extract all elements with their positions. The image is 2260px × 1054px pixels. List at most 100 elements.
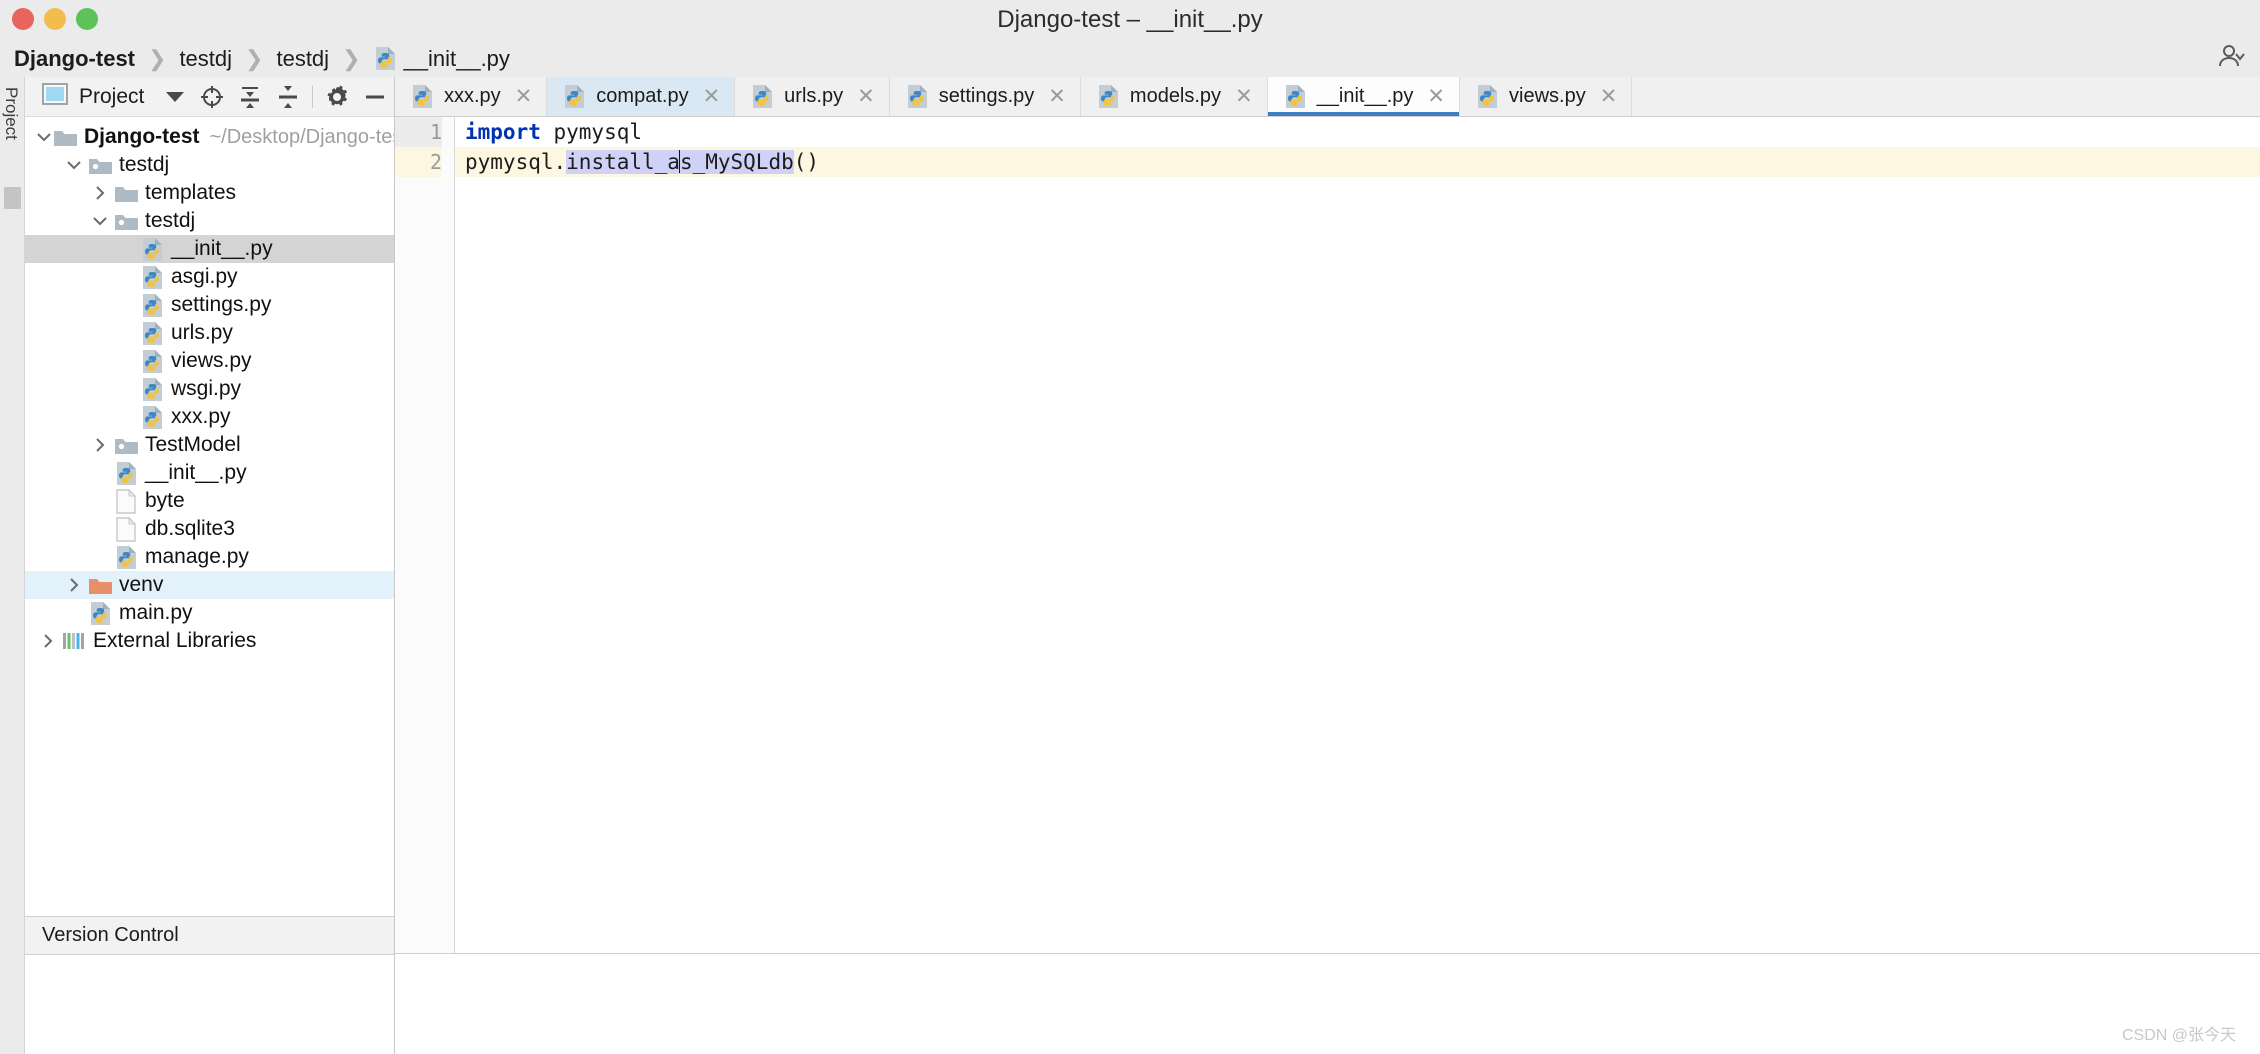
expand-all-icon[interactable] bbox=[231, 78, 269, 116]
title-bar: Django-test – __init__.py bbox=[0, 0, 2260, 40]
collapse-all-icon[interactable] bbox=[269, 78, 307, 116]
editor-tab-label: views.py bbox=[1509, 85, 1586, 107]
tree-item-testdj[interactable]: testdj bbox=[25, 151, 394, 179]
editor-bottom-area: CSDN @张今天 bbox=[395, 954, 2260, 1054]
breadcrumb-label: testdj bbox=[276, 45, 330, 71]
chevron-right-icon[interactable] bbox=[87, 184, 113, 202]
chevron-down-icon[interactable] bbox=[166, 91, 185, 102]
hide-icon[interactable] bbox=[356, 78, 394, 116]
tree-item-label: testdj bbox=[119, 153, 170, 176]
chevron-right-icon[interactable] bbox=[61, 576, 87, 594]
editor-tab--init-py[interactable]: __init__.py ✕ bbox=[1267, 77, 1461, 116]
breadcrumb-label: __init__.py bbox=[403, 45, 510, 71]
tree-item-label: TestModel bbox=[145, 433, 241, 456]
close-icon[interactable]: ✕ bbox=[1427, 86, 1445, 107]
file-icon bbox=[113, 516, 139, 542]
close-icon[interactable]: ✕ bbox=[1048, 86, 1066, 107]
tree-item-manage-py[interactable]: manage.py bbox=[25, 543, 394, 571]
line-number: 1 bbox=[395, 117, 442, 147]
chevron-down-icon[interactable] bbox=[87, 212, 113, 230]
editor-tab-settings-py[interactable]: settings.py ✕ bbox=[889, 77, 1081, 116]
tree-item-db-sqlite3[interactable]: db.sqlite3 bbox=[25, 515, 394, 543]
tree-item-django-test[interactable]: Django-test ~/Desktop/Django-test bbox=[25, 123, 394, 151]
tree-item-xxx-py[interactable]: xxx.py bbox=[25, 403, 394, 431]
chevron-right-icon[interactable] bbox=[35, 632, 61, 650]
tool-strip-label: Project bbox=[2, 87, 21, 140]
breadcrumb-item-testdj-inner[interactable]: testdj bbox=[276, 46, 329, 72]
editor-tab-models-py[interactable]: models.py ✕ bbox=[1080, 77, 1268, 116]
tree-item-label: urls.py bbox=[171, 321, 233, 344]
settings-gear-icon[interactable] bbox=[318, 78, 356, 116]
close-icon[interactable]: ✕ bbox=[1600, 86, 1618, 107]
tree-item--init-py[interactable]: __init__.py bbox=[25, 459, 394, 487]
user-account-icon[interactable] bbox=[2216, 42, 2246, 75]
project-tool-button[interactable]: Project bbox=[0, 81, 25, 173]
tree-item-testmodel[interactable]: TestModel bbox=[25, 431, 394, 459]
source-folder-icon bbox=[113, 435, 139, 456]
close-icon[interactable]: ✕ bbox=[1235, 86, 1253, 107]
tree-item-label: External Libraries bbox=[93, 629, 257, 652]
tree-item-label: templates bbox=[145, 181, 237, 204]
tree-item-asgi-py[interactable]: asgi.py bbox=[25, 263, 394, 291]
breadcrumb-separator-icon: ❯ bbox=[245, 45, 264, 71]
tree-item-testdj[interactable]: testdj bbox=[25, 207, 394, 235]
editor-tab-views-py[interactable]: views.py ✕ bbox=[1460, 77, 1633, 116]
project-panel-title: Project bbox=[79, 84, 145, 108]
file-icon bbox=[113, 488, 139, 514]
python-file-icon bbox=[139, 293, 165, 318]
libraries-icon bbox=[61, 631, 87, 651]
code-editor[interactable]: 1 2 import pymysql pymysql.install_as_My… bbox=[395, 117, 2260, 954]
python-file-icon bbox=[87, 601, 113, 626]
close-icon[interactable]: ✕ bbox=[703, 86, 721, 107]
close-icon[interactable]: ✕ bbox=[515, 86, 533, 107]
editor-tab-xxx-py[interactable]: xxx.py ✕ bbox=[395, 77, 548, 116]
project-view-icon bbox=[42, 83, 68, 110]
editor-tab-label: models.py bbox=[1129, 85, 1222, 107]
structure-tool-button[interactable] bbox=[4, 187, 21, 209]
window-title: Django-test – __init__.py bbox=[997, 6, 1263, 33]
tree-item-wsgi-py[interactable]: wsgi.py bbox=[25, 375, 394, 403]
version-control-bar[interactable]: Version Control bbox=[25, 916, 394, 954]
python-file-icon bbox=[906, 84, 929, 109]
python-file-icon bbox=[374, 46, 397, 71]
tree-item--init-py[interactable]: __init__.py bbox=[25, 235, 394, 263]
editor-area: xxx.py ✕ compat.py ✕ urls.py ✕ settings.py ✕… bbox=[395, 77, 2260, 1054]
breadcrumb-item-testdj-outer[interactable]: testdj bbox=[179, 46, 232, 72]
python-file-icon bbox=[1284, 84, 1307, 109]
python-file-icon bbox=[139, 377, 165, 402]
tree-item-byte[interactable]: byte bbox=[25, 487, 394, 515]
breadcrumb-item-project[interactable]: Django-test bbox=[14, 46, 135, 72]
chevron-down-icon[interactable] bbox=[61, 156, 87, 174]
editor-tab-urls-py[interactable]: urls.py ✕ bbox=[735, 77, 890, 116]
tree-item-label: testdj bbox=[145, 209, 196, 232]
chevron-right-icon[interactable] bbox=[87, 436, 113, 454]
selected-text-before-caret: install_a bbox=[566, 150, 680, 174]
close-icon[interactable]: ✕ bbox=[857, 86, 875, 107]
breadcrumb-item-file[interactable]: __init__.py bbox=[374, 46, 510, 72]
code-text-area[interactable]: import pymysql pymysql.install_as_MySQLd… bbox=[455, 117, 2260, 953]
tree-item-label: db.sqlite3 bbox=[145, 517, 235, 540]
python-file-icon bbox=[139, 321, 165, 346]
python-file-icon bbox=[751, 84, 774, 109]
tree-item-main-py[interactable]: main.py bbox=[25, 599, 394, 627]
editor-tab-label: xxx.py bbox=[444, 85, 501, 107]
tree-item-label: Django-test bbox=[84, 125, 200, 148]
project-panel-bottom-area bbox=[25, 954, 394, 1054]
tree-item-settings-py[interactable]: settings.py bbox=[25, 291, 394, 319]
editor-tab-compat-py[interactable]: compat.py ✕ bbox=[547, 77, 736, 116]
tree-item-views-py[interactable]: views.py bbox=[25, 347, 394, 375]
code-text: pymysql bbox=[540, 120, 643, 144]
code-text: pymysql. bbox=[465, 150, 567, 174]
chevron-down-icon[interactable] bbox=[35, 128, 53, 146]
tree-item-external-libraries[interactable]: External Libraries bbox=[25, 627, 394, 655]
tree-item-path: ~/Desktop/Django-test bbox=[209, 125, 395, 148]
breadcrumb-separator-icon: ❯ bbox=[148, 45, 167, 71]
tree-item-label: wsgi.py bbox=[171, 377, 242, 400]
tree-item-urls-py[interactable]: urls.py bbox=[25, 319, 394, 347]
tree-item-templates[interactable]: templates bbox=[25, 179, 394, 207]
tree-item-venv[interactable]: venv bbox=[25, 571, 394, 599]
tree-item-label: xxx.py bbox=[171, 405, 231, 428]
python-file-icon bbox=[139, 349, 165, 374]
editor-tab-label: compat.py bbox=[596, 85, 689, 107]
select-opened-file-icon[interactable] bbox=[193, 78, 231, 116]
